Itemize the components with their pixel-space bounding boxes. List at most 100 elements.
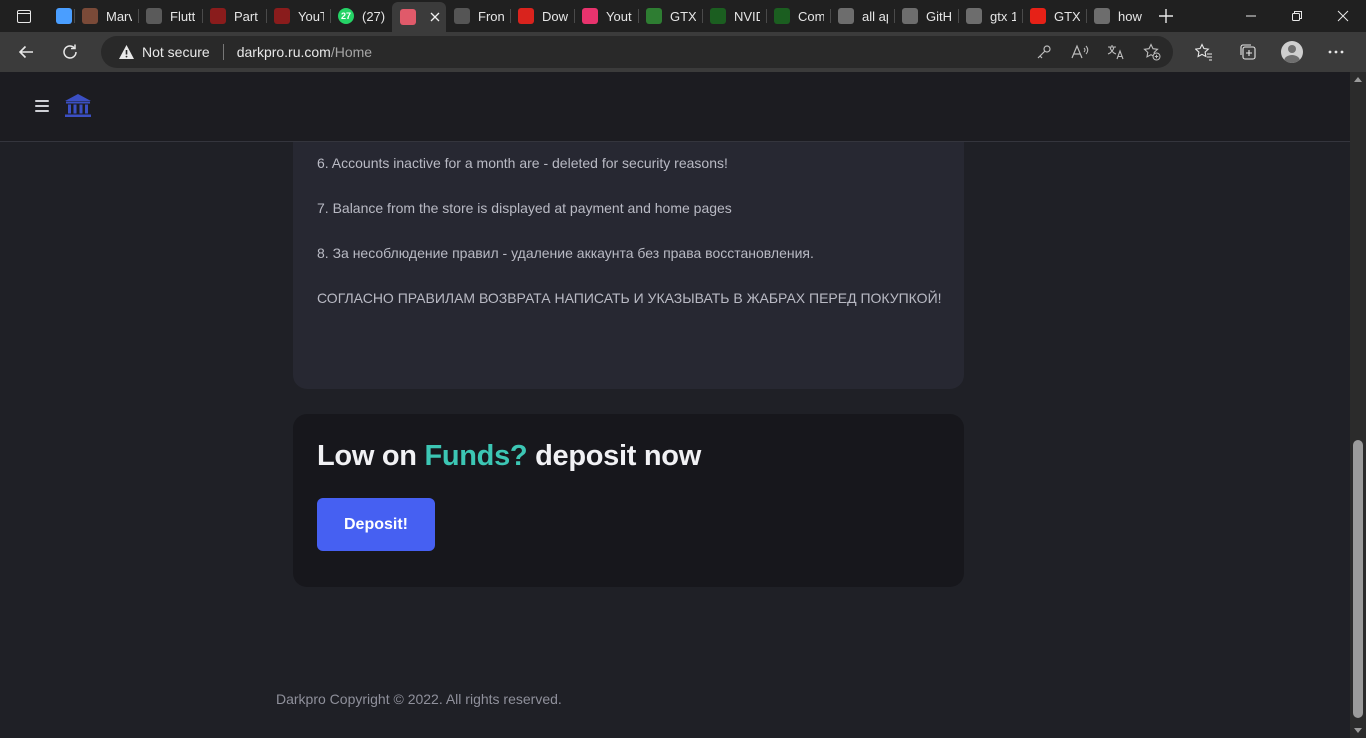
page-icon [454, 8, 470, 24]
more-icon [1328, 50, 1344, 54]
browser-toolbar: Not secure darkpro.ru.com/Home [0, 32, 1366, 72]
tab-title: GitH [926, 8, 952, 24]
browser-tab[interactable]: Part [202, 0, 266, 32]
rules-card: 6. Accounts inactive for a month are - d… [293, 102, 964, 389]
browser-tab[interactable]: GitH [894, 0, 958, 32]
browser-tab[interactable]: all ap [830, 0, 894, 32]
tab-title: NVID [734, 8, 760, 24]
browser-tab[interactable]: NVID [702, 0, 766, 32]
browser-tab[interactable]: gtx 1 [958, 0, 1022, 32]
deposit-heading: Low on Funds? deposit now [317, 440, 701, 473]
browser-tab[interactable]: GTX [1022, 0, 1086, 32]
browser-tab[interactable]: Marv [74, 0, 138, 32]
tab-title: gtx 1 [990, 8, 1016, 24]
chart-icon [710, 8, 726, 24]
bank-logo-icon[interactable] [63, 93, 93, 119]
tab-title: Com [798, 8, 824, 24]
google-icon [838, 8, 854, 24]
browser-tab[interactable]: GTX [638, 0, 702, 32]
collections-icon [1240, 44, 1256, 60]
refresh-button[interactable] [50, 36, 90, 68]
minimize-button[interactable] [1228, 0, 1274, 32]
rule-6: 6. Accounts inactive for a month are - d… [317, 155, 728, 171]
whatsapp-icon: 27 [338, 8, 354, 24]
restore-button[interactable] [1274, 0, 1320, 32]
browser-tab[interactable]: 27 (27) \ [330, 0, 392, 32]
profile-button[interactable] [1270, 32, 1314, 72]
tab-title: Front [478, 8, 504, 24]
page-scrollbar[interactable] [1350, 72, 1366, 738]
favorites-button[interactable] [1182, 32, 1226, 72]
pill-icon [56, 8, 72, 24]
tab-actions-icon [17, 9, 31, 23]
close-tab-icon[interactable] [430, 9, 440, 26]
image-thumb-icon [82, 8, 98, 24]
restore-icon [1292, 11, 1302, 21]
browser-tab[interactable]: Youtu [574, 0, 638, 32]
tab-title: Youtu [606, 8, 632, 24]
url-path[interactable]: /Home [331, 44, 372, 60]
avatar [1281, 41, 1303, 63]
youtube-icon [1030, 8, 1046, 24]
read-aloud-icon[interactable] [1069, 41, 1091, 63]
address-bar[interactable]: Not secure darkpro.ru.com/Home [101, 36, 1173, 68]
footer-copyright: Darkpro Copyright © 2022. All rights res… [276, 691, 562, 707]
collections-button[interactable] [1226, 32, 1270, 72]
tab-title: Flutt [170, 8, 196, 24]
deposit-card: Low on Funds? deposit now Deposit! [293, 414, 964, 587]
new-tab-button[interactable] [1148, 0, 1184, 32]
back-button[interactable] [6, 36, 46, 68]
rule-8: 8. За несоблюдение правил - удаление акк… [317, 245, 814, 261]
security-status[interactable]: Not secure [142, 44, 210, 60]
tab-title: GTX [670, 8, 696, 24]
settings-menu-button[interactable] [1314, 32, 1358, 72]
rule-7: 7. Balance from the store is displayed a… [317, 200, 732, 216]
gpu-icon [646, 8, 662, 24]
tab-title: (27) \ [362, 8, 386, 24]
browser-tab[interactable]: YouT [266, 0, 330, 32]
swap-icon [518, 8, 534, 24]
translate-icon[interactable] [1105, 41, 1127, 63]
tab-actions-button[interactable] [0, 0, 48, 32]
plus-icon [1159, 9, 1173, 23]
browser-tab[interactable]: Dowr [510, 0, 574, 32]
close-window-button[interactable] [1320, 0, 1366, 32]
scroll-up-icon[interactable] [1354, 77, 1362, 82]
heading-accent: Funds? [424, 440, 528, 472]
heading-text-end: deposit now [535, 440, 701, 472]
scroll-thumb[interactable] [1353, 440, 1363, 718]
warning-icon[interactable] [117, 43, 135, 61]
tab-title: YouT [298, 8, 324, 24]
favorites-icon [1195, 43, 1212, 61]
page-viewport: 6. Accounts inactive for a month are - d… [0, 72, 1350, 738]
tab-title: how [1118, 8, 1142, 24]
tab-title: Marv [106, 8, 132, 24]
tab-title: Part [234, 8, 258, 24]
site-header [0, 72, 1350, 142]
scroll-down-icon[interactable] [1354, 728, 1362, 733]
toolbar-right [1182, 32, 1358, 72]
add-favorite-icon[interactable] [1141, 41, 1163, 63]
browser-tab[interactable]: Flutt [138, 0, 202, 32]
omnibox-actions [1033, 36, 1163, 68]
browser-tab[interactable]: Front [446, 0, 510, 32]
youtube-icon [274, 8, 290, 24]
chart-icon [774, 8, 790, 24]
google-icon [966, 8, 982, 24]
deposit-button[interactable]: Deposit! [317, 498, 435, 551]
browser-tab[interactable]: Com [766, 0, 830, 32]
key-icon[interactable] [1033, 41, 1055, 63]
browser-tab[interactable]: D [392, 2, 446, 32]
download-icon [582, 8, 598, 24]
browser-tab-strip: Marv Flutt Part YouT 27 (27) \ D Front Dowr Youtu… [0, 0, 1366, 32]
menu-icon[interactable] [35, 100, 49, 112]
browser-tab[interactable] [48, 0, 74, 32]
youtube-icon [210, 8, 226, 24]
arrow-left-icon [18, 45, 33, 59]
diamond-icon [146, 8, 162, 24]
heading-text-start: Low on [317, 440, 417, 472]
refresh-icon [63, 44, 77, 59]
tab-title: Dowr [542, 8, 568, 24]
url-host[interactable]: darkpro.ru.com [237, 44, 331, 60]
browser-tab[interactable]: how [1086, 0, 1148, 32]
